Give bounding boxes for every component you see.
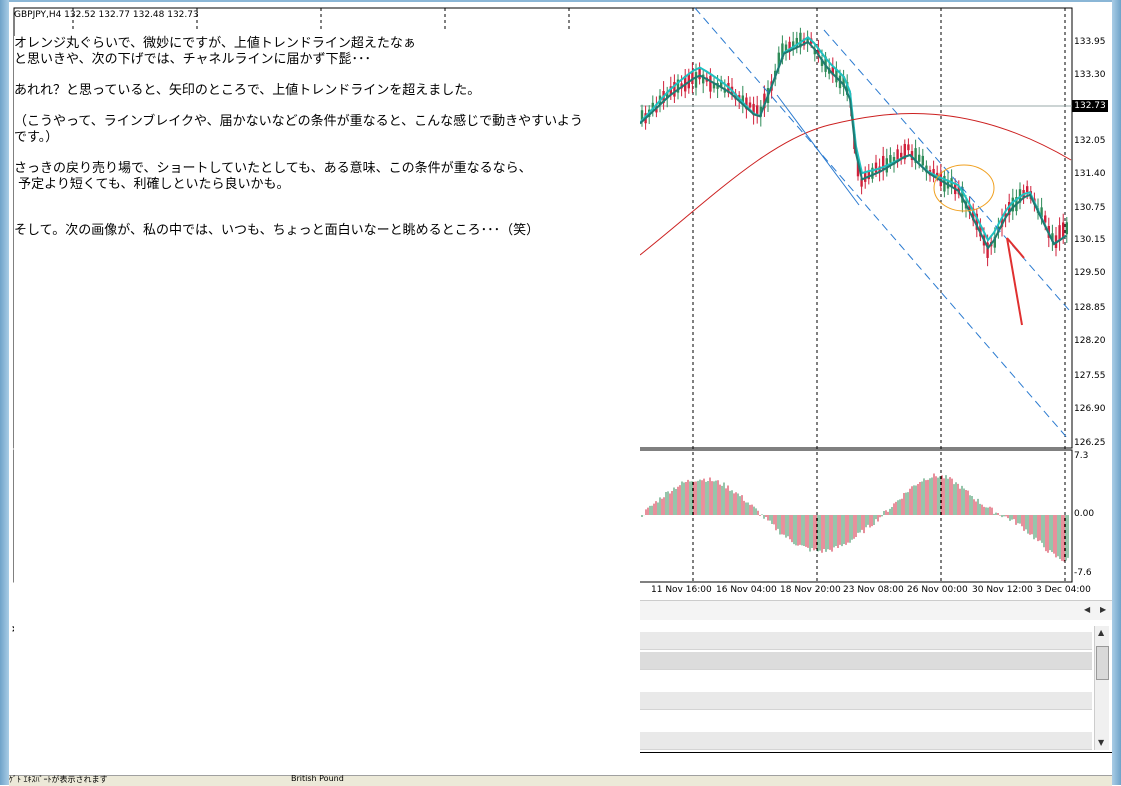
candle-body	[748, 102, 752, 108]
candle-body	[1044, 215, 1047, 223]
scroll-up-icon[interactable]: ▲	[1098, 628, 1104, 637]
window-left-border	[0, 0, 9, 785]
candle-body	[1026, 186, 1029, 193]
note-line: です。）	[14, 130, 59, 145]
note-line: そして。次の画像が、私の中では、いつも、ちょっと面白いなーと眺めるところ･･･（…	[14, 223, 540, 238]
note-spacer	[14, 208, 640, 223]
note-line: あれれ？と思っていると、矢印のところで、上値トレンドラインを超えました。	[14, 83, 481, 98]
price-tick-label: 133.30	[1074, 70, 1106, 80]
note-spacer	[14, 146, 640, 161]
chart-tab-strip[interactable]: ◀ ▶	[640, 600, 1112, 621]
note-line: と思いきや、次の下げでは、チャネルラインに届かず下髭･･･	[14, 52, 371, 67]
highlight-circle	[933, 164, 995, 212]
scroll-thumb[interactable]	[1096, 646, 1109, 680]
price-tick-label: 130.75	[1074, 203, 1106, 213]
price-tick-label: 126.25	[1074, 438, 1106, 448]
oscillator-tick-label: 7.3	[1074, 451, 1089, 461]
scroll-down-icon[interactable]: ▼	[1098, 738, 1104, 747]
note-spacer	[14, 99, 640, 114]
price-tick-label: 130.15	[1074, 235, 1106, 245]
channel-lower-line	[694, 7, 1070, 441]
status-symbol-text: British Pound	[291, 774, 344, 783]
time-tick-label: 26 Nov 00:00	[907, 585, 968, 595]
note-line: オレンジ丸ぐらいで、微妙にですが、上値トレンドライン超えたなぁ	[14, 36, 416, 51]
status-left-text: ｹﾞﾄ ｴｷｽﾊﾟｰﾄが表示されます	[9, 775, 108, 784]
chart-symbol-header: GBPJPY,H4 132.52 132.77 132.48 132.73	[14, 10, 199, 20]
terminal-row[interactable]	[640, 652, 1092, 670]
scroll-left-icon[interactable]: ◀	[1084, 605, 1090, 614]
candle-body	[921, 155, 924, 166]
time-tick-label: 30 Nov 12:00	[972, 585, 1033, 595]
price-tick-label: 131.40	[1074, 169, 1106, 179]
price-tick-label: 128.85	[1074, 303, 1106, 313]
note-line: （こうやって、ラインブレイクや、届かないなどの条件が重なると、こんな感じで動きや…	[14, 114, 583, 129]
oscillator-tick-label: 0.00	[1074, 509, 1095, 519]
candle-body	[889, 155, 892, 163]
note-line: さっきの戻り売り場で、ショートしていたとしても、ある意味、この条件が重なるなら、	[14, 161, 532, 176]
price-tick-label: 128.20	[1074, 336, 1106, 346]
candle-body	[874, 162, 878, 173]
price-tick-label: 129.50	[1074, 268, 1106, 278]
candle-body	[694, 72, 698, 88]
price-tick-label: 133.95	[1074, 37, 1106, 47]
arrow-shaft	[1006, 237, 1023, 326]
terminal-row[interactable]	[640, 632, 1092, 650]
current-price-label: 132.73	[1072, 100, 1108, 112]
candle-body	[918, 154, 921, 162]
window-right-border	[1112, 0, 1121, 785]
terminal-row[interactable]	[640, 692, 1092, 710]
price-tick-label: 127.55	[1074, 371, 1106, 381]
note-spacer	[14, 193, 640, 208]
terminal-row[interactable]	[640, 732, 1092, 750]
oscillator-tick-label: -7.6	[1074, 568, 1092, 578]
time-tick-label: 3 Dec 04:00	[1036, 585, 1091, 595]
time-tick-label: 23 Nov 08:00	[843, 585, 904, 595]
candle-body	[900, 152, 903, 158]
terminal-panel	[640, 620, 1112, 775]
note-text: オレンジ丸ぐらいで、微妙にですが、上値トレンドライン超えたなぁ と思いきや、次の下…	[14, 36, 640, 239]
price-tick-label: 126.90	[1074, 404, 1106, 414]
price-tick-label: 132.05	[1074, 136, 1106, 146]
candle-body	[1065, 222, 1068, 235]
time-tick-label: 18 Nov 20:00	[780, 585, 841, 595]
candle-body	[907, 144, 910, 151]
candle-body	[709, 75, 712, 92]
note-line: 予定より短くても、利確しといたら良いかも。	[14, 177, 290, 192]
candle-body	[698, 68, 701, 80]
note-overlay: オレンジ丸ぐらいで、微妙にですが、上値トレンドライン超えたなぁ と思いきや、次の下…	[14, 36, 640, 776]
note-spacer	[14, 68, 640, 83]
panel-divider	[640, 752, 1112, 753]
terminal-scrollbar[interactable]: ▲ ▼	[1094, 626, 1109, 750]
status-bar: ｹﾞﾄ ｴｷｽﾊﾟｰﾄが表示されます British Pound	[9, 774, 1112, 786]
time-tick-label: 16 Nov 04:00	[716, 585, 777, 595]
scroll-right-icon[interactable]: ▶	[1100, 605, 1106, 614]
trendline-segment	[776, 94, 860, 206]
time-tick-label: 11 Nov 16:00	[651, 585, 712, 595]
